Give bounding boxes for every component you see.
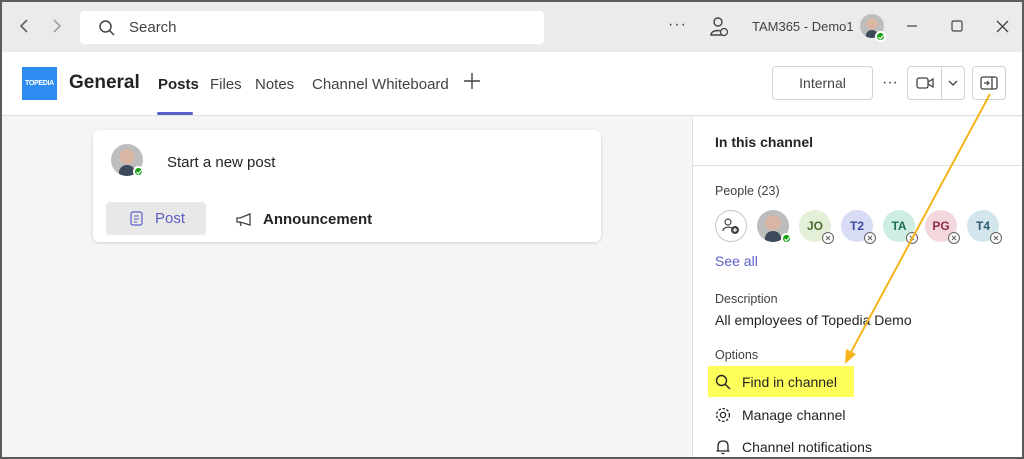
more-options-button[interactable]: ···	[668, 16, 687, 34]
announcement-button[interactable]: Announcement	[235, 211, 372, 228]
member-avatar-t2[interactable]: T2	[841, 210, 876, 244]
active-tab-indicator	[157, 112, 193, 115]
member-avatar-ta[interactable]: TA	[883, 210, 918, 244]
meet-dropdown-button[interactable]	[942, 67, 964, 99]
member-avatar-t4[interactable]: T4	[967, 210, 1002, 244]
maximize-icon	[951, 20, 963, 32]
add-people-button[interactable]	[715, 210, 747, 242]
team-logo[interactable]: TOPEDIA	[22, 67, 57, 100]
minimize-button[interactable]	[904, 18, 920, 34]
start-post-prompt[interactable]: Start a new post	[167, 154, 275, 171]
back-button[interactable]	[14, 15, 34, 37]
tab-files[interactable]: Files	[210, 76, 242, 93]
title-bar: Search ··· TAM365 - Demo1	[2, 2, 1022, 52]
tab-channel-whiteboard[interactable]: Channel Whiteboard	[312, 76, 449, 93]
channel-header: TOPEDIA General Posts Files Notes Channe…	[2, 52, 1022, 116]
bell-icon	[716, 440, 730, 455]
person-sync-icon[interactable]	[709, 16, 729, 38]
search-placeholder: Search	[129, 19, 177, 36]
tab-posts[interactable]: Posts	[158, 76, 199, 93]
description-heading: Description	[715, 292, 778, 306]
document-icon	[130, 211, 143, 226]
add-tab-icon[interactable]	[463, 72, 481, 90]
member-avatar[interactable]	[757, 210, 792, 244]
search-input[interactable]: Search	[80, 11, 544, 44]
offline-status-icon	[906, 232, 918, 244]
meet-button[interactable]	[907, 66, 965, 100]
new-post-card[interactable]: Start a new post Post Announcement	[93, 130, 601, 242]
offline-status-icon	[864, 232, 876, 244]
video-camera-button[interactable]	[908, 67, 942, 99]
offline-status-icon	[948, 232, 960, 244]
channel-more-button[interactable]: ···	[882, 74, 898, 92]
gear-icon	[715, 407, 731, 423]
available-status-icon	[133, 166, 144, 177]
offline-status-icon	[990, 232, 1002, 244]
tab-notes[interactable]: Notes	[255, 76, 294, 93]
find-in-channel-option[interactable]: Find in channel	[714, 373, 837, 391]
people-heading: People (23)	[715, 184, 780, 198]
channel-info-pane-button[interactable]	[972, 66, 1006, 100]
maximize-button[interactable]	[949, 18, 965, 34]
app-window: Search ··· TAM365 - Demo1 TOPEDIA Genera…	[0, 0, 1024, 459]
close-button[interactable]	[994, 18, 1010, 34]
chevron-right-icon	[53, 19, 62, 33]
people-add-icon	[722, 218, 739, 234]
post-label: Post	[155, 210, 186, 227]
close-icon	[996, 20, 1008, 32]
options-heading: Options	[715, 348, 759, 362]
manage-channel-option[interactable]: Manage channel	[714, 406, 846, 424]
search-icon	[715, 374, 731, 390]
post-button[interactable]: Post	[106, 202, 206, 235]
channel-title: General	[69, 72, 140, 93]
account-name[interactable]: TAM365 - Demo1	[752, 19, 854, 34]
channel-notifications-option[interactable]: Channel notifications	[714, 438, 872, 456]
chevron-left-icon	[19, 19, 28, 33]
minimize-icon	[907, 25, 917, 27]
see-all-link[interactable]: See all	[715, 253, 758, 269]
search-icon	[99, 19, 115, 36]
offline-status-icon	[822, 232, 834, 244]
available-status-icon	[875, 31, 886, 42]
member-avatar-jo[interactable]: JO	[799, 210, 834, 244]
available-status-icon	[781, 233, 792, 244]
panel-right-icon	[980, 76, 998, 90]
panel-divider	[693, 165, 1022, 166]
internal-label-button[interactable]: Internal	[772, 66, 873, 100]
megaphone-icon	[236, 212, 251, 226]
panel-title: In this channel	[715, 134, 814, 150]
channel-description: All employees of Topedia Demo	[715, 312, 912, 328]
chevron-down-icon	[948, 80, 958, 86]
forward-button[interactable]	[47, 15, 67, 37]
announcement-label: Announcement	[263, 211, 373, 228]
member-avatar-pg[interactable]: PG	[925, 210, 960, 244]
video-camera-icon	[915, 77, 934, 89]
